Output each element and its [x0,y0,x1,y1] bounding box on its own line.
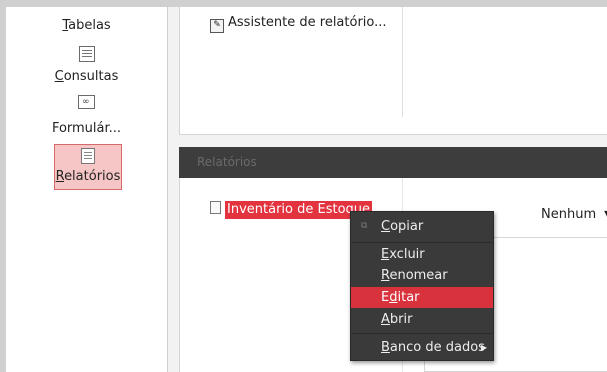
menu-item-edit-label: Editar [381,287,420,308]
menu-item-rename[interactable]: Renomear [351,265,493,286]
database-window: Tabelas Consultas Formulár... Relatórios… [6,7,607,372]
menu-separator-2 [351,333,493,334]
copy-text: opiar [390,219,424,234]
delete-mnemonic: E [381,247,390,262]
query-icon [78,95,95,109]
database-text: anco de dados [389,340,485,355]
report-icon [81,148,95,164]
menu-item-copy-label: Copiar [381,216,423,237]
tasks-divider [402,7,403,117]
report-wizard-label: Assistente de relatório... [228,15,387,30]
nav-forms[interactable]: Formulár... [6,121,167,136]
nav-queries-icon-wrap[interactable] [6,46,167,66]
nav-tables[interactable]: Tabelas [6,18,167,33]
nav-queries[interactable]: Consultas [6,69,167,84]
report-item-inventario[interactable]: Inventário de Estoque [210,201,373,219]
nav-reports-mnemonic: R [55,169,65,184]
delete-text: xcluir [389,247,425,262]
menu-item-copy[interactable]: ⧉ Copiar [351,216,493,237]
nav-queries-label: Consultas [6,69,167,84]
database-mnemonic: B [381,340,390,355]
menu-item-rename-label: Renomear [381,265,448,286]
submenu-arrow-icon: ▶ [480,343,487,352]
nav-queries-mnemonic: C [54,69,64,84]
nav-tables-label: Tabelas [6,18,167,33]
open-text: brir [389,312,413,327]
nav-forms-icon-wrap[interactable] [6,95,167,113]
nav-reports-label: Relatórios [55,169,121,184]
edit-text-pre: E [381,290,390,305]
nav-reports-text: elatórios [64,169,121,184]
edit-text: itar [397,290,420,305]
report-file-icon [210,201,221,214]
menu-separator [351,242,493,243]
wizard-icon: ✎ [210,19,224,33]
nav-reports[interactable]: Relatórios [54,144,122,190]
menu-item-database[interactable]: Banco de dados ▶ [351,337,493,358]
context-menu: ⧉ Copiar Excluir Renomear Editar Abrir B… [350,211,494,361]
open-mnemonic: A [381,312,390,327]
report-wizard-task[interactable]: ✎ Assistente de relatório... [210,15,387,33]
tasks-pane: ✎ Assistente de relatório... [179,7,607,135]
table-icon [78,46,95,62]
nav-tables-text: abelas [68,18,111,33]
menu-item-open-label: Abrir [381,309,412,330]
reports-header-title: Relatórios [197,155,257,169]
reports-header: Relatórios [179,147,607,178]
database-nav-panel: Tabelas Consultas Formulár... Relatórios [6,7,168,372]
menu-item-database-label: Banco de dados [381,337,485,358]
nav-queries-text: onsultas [63,69,119,84]
menu-item-delete-label: Excluir [381,244,425,265]
preview-select-value: Nenhum [541,207,597,222]
menu-item-delete[interactable]: Excluir [351,244,493,265]
menu-item-edit[interactable]: Editar [351,287,493,308]
preview-select[interactable]: Nenhum▼ [541,207,607,222]
nav-forms-label: Formulár... [51,121,122,136]
menu-item-open[interactable]: Abrir [351,309,493,330]
copy-icon: ⧉ [361,221,368,231]
rename-text: enomear [389,268,448,283]
copy-mnemonic: C [381,219,391,234]
